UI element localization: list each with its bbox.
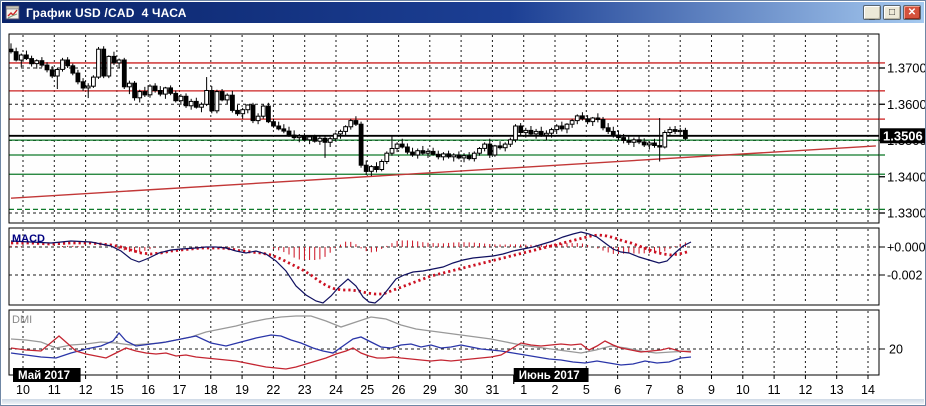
title-bar[interactable]: График USD /CAD 4 ЧАСА _ □ ✕ — [2, 2, 924, 23]
date-tick-label: 5 — [583, 383, 590, 397]
date-tick-label: 12 — [79, 383, 93, 397]
macd-axis-label: -0.002 — [887, 269, 922, 283]
date-tick-label: 7 — [645, 383, 652, 397]
svg-text:Май 2017: Май 2017 — [18, 370, 70, 382]
date-tick-label: 23 — [298, 383, 312, 397]
date-tick-label: 8 — [677, 383, 684, 397]
chart-canvas[interactable]: 1.37001.36001.35001.34001.33001.3506+0.0… — [1, 1, 926, 406]
date-tick-label: 31 — [485, 383, 499, 397]
svg-text:1.3506: 1.3506 — [883, 128, 923, 143]
chart-window: 1.37001.36001.35001.34001.33001.3506+0.0… — [0, 0, 926, 406]
date-tick-label: 10 — [16, 383, 30, 397]
current-price-badge: 1.3506 — [880, 128, 925, 144]
date-tick-label: 25 — [360, 383, 374, 397]
macd-panel-label: MACD — [12, 233, 45, 245]
chart-window-icon — [5, 5, 20, 19]
date-tick-label: 13 — [830, 383, 844, 397]
month-label: Июнь 2017 — [513, 368, 589, 382]
macd-axis-label: +0.000 — [887, 241, 926, 255]
price-tick-label: 1.3600 — [887, 97, 926, 112]
date-tick-label: 30 — [454, 383, 468, 397]
close-button[interactable]: ✕ — [903, 5, 921, 20]
dmi-panel-label: DMI — [12, 314, 32, 326]
date-tick-label: 1 — [520, 383, 527, 397]
date-tick-label: 11 — [48, 383, 61, 397]
date-tick-label: 17 — [173, 383, 187, 397]
date-tick-label: 14 — [861, 383, 875, 397]
date-tick-label: 11 — [768, 383, 781, 397]
window-bottom-edge — [2, 399, 924, 404]
month-label: Май 2017 — [13, 368, 81, 382]
date-tick-label: 6 — [614, 383, 621, 397]
date-tick-label: 12 — [798, 383, 812, 397]
maximize-button[interactable]: □ — [883, 5, 901, 20]
price-tick-label: 1.3400 — [887, 169, 926, 184]
date-tick-label: 29 — [423, 383, 437, 397]
window-title: График USD /CAD 4 ЧАСА — [26, 5, 187, 20]
price-tick-label: 1.3300 — [887, 206, 926, 221]
date-tick-label: 24 — [329, 383, 343, 397]
svg-text:Июнь 2017: Июнь 2017 — [519, 370, 580, 382]
date-tick-label: 9 — [708, 383, 715, 397]
date-tick-label: 18 — [204, 383, 218, 397]
date-tick-label: 19 — [235, 383, 249, 397]
price-tick-label: 1.3700 — [887, 61, 926, 76]
minimize-button[interactable]: _ — [863, 5, 881, 21]
date-tick-label: 10 — [736, 383, 750, 397]
date-tick-label: 2 — [552, 383, 559, 397]
date-tick-label: 16 — [141, 383, 155, 397]
date-tick-label: 26 — [392, 383, 406, 397]
time-axis: 10 11 12 15 16 17 18 19 22 23 24 25 26 29 30 31 1 2 5 6 7 8 9 1… — [16, 375, 875, 397]
dmi-axis-label: 20 — [889, 343, 903, 357]
date-tick-label: 22 — [266, 383, 280, 397]
date-tick-label: 15 — [110, 383, 124, 397]
chart-area[interactable]: 1.37001.36001.35001.34001.33001.3506+0.0… — [1, 1, 926, 406]
